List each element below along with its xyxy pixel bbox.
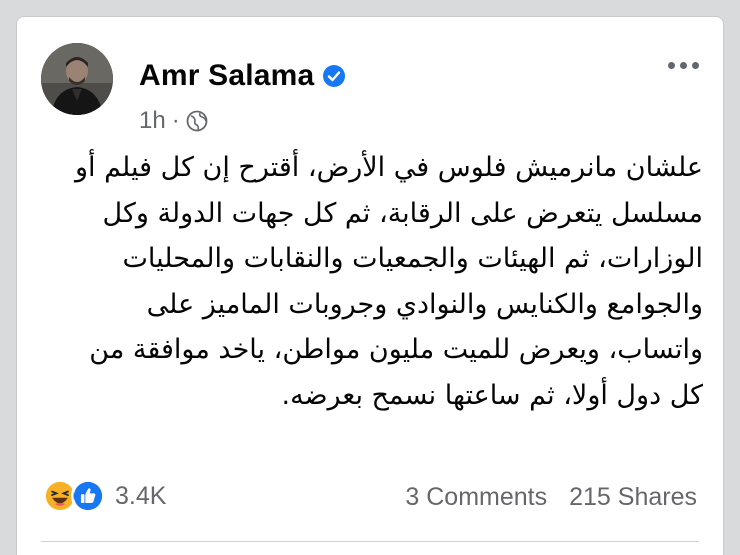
verified-badge-icon	[323, 65, 346, 87]
author-row: Amr Salama	[139, 59, 346, 93]
author-avatar[interactable]	[41, 43, 113, 115]
like-reaction-icon	[71, 479, 105, 513]
engagement-counts: 3 Comments 215 Shares	[405, 483, 697, 512]
meta-separator: ·	[171, 107, 180, 134]
post-meta: 1h ·	[139, 107, 208, 135]
shares-count[interactable]: 215 Shares	[569, 483, 697, 512]
comments-count[interactable]: 3 Comments	[405, 483, 547, 512]
more-options-icon[interactable]	[665, 55, 701, 75]
reaction-count[interactable]: 3.4K	[115, 482, 166, 511]
author-name[interactable]: Amr Salama	[139, 59, 314, 93]
avatar-portrait	[41, 43, 113, 115]
post-card: Amr Salama 1h · علشان مانرميش فلوس في ال…	[16, 16, 724, 555]
reactions-summary[interactable]: 3.4K	[43, 479, 166, 513]
post-timestamp[interactable]: 1h	[139, 107, 166, 135]
globe-icon[interactable]	[186, 110, 208, 132]
post-body: علشان مانرميش فلوس في الأرض، أقترح إن كل…	[74, 152, 703, 411]
divider	[41, 541, 699, 542]
dot-icon	[679, 61, 687, 69]
dot-icon	[667, 61, 675, 69]
dot-icon	[691, 61, 699, 69]
